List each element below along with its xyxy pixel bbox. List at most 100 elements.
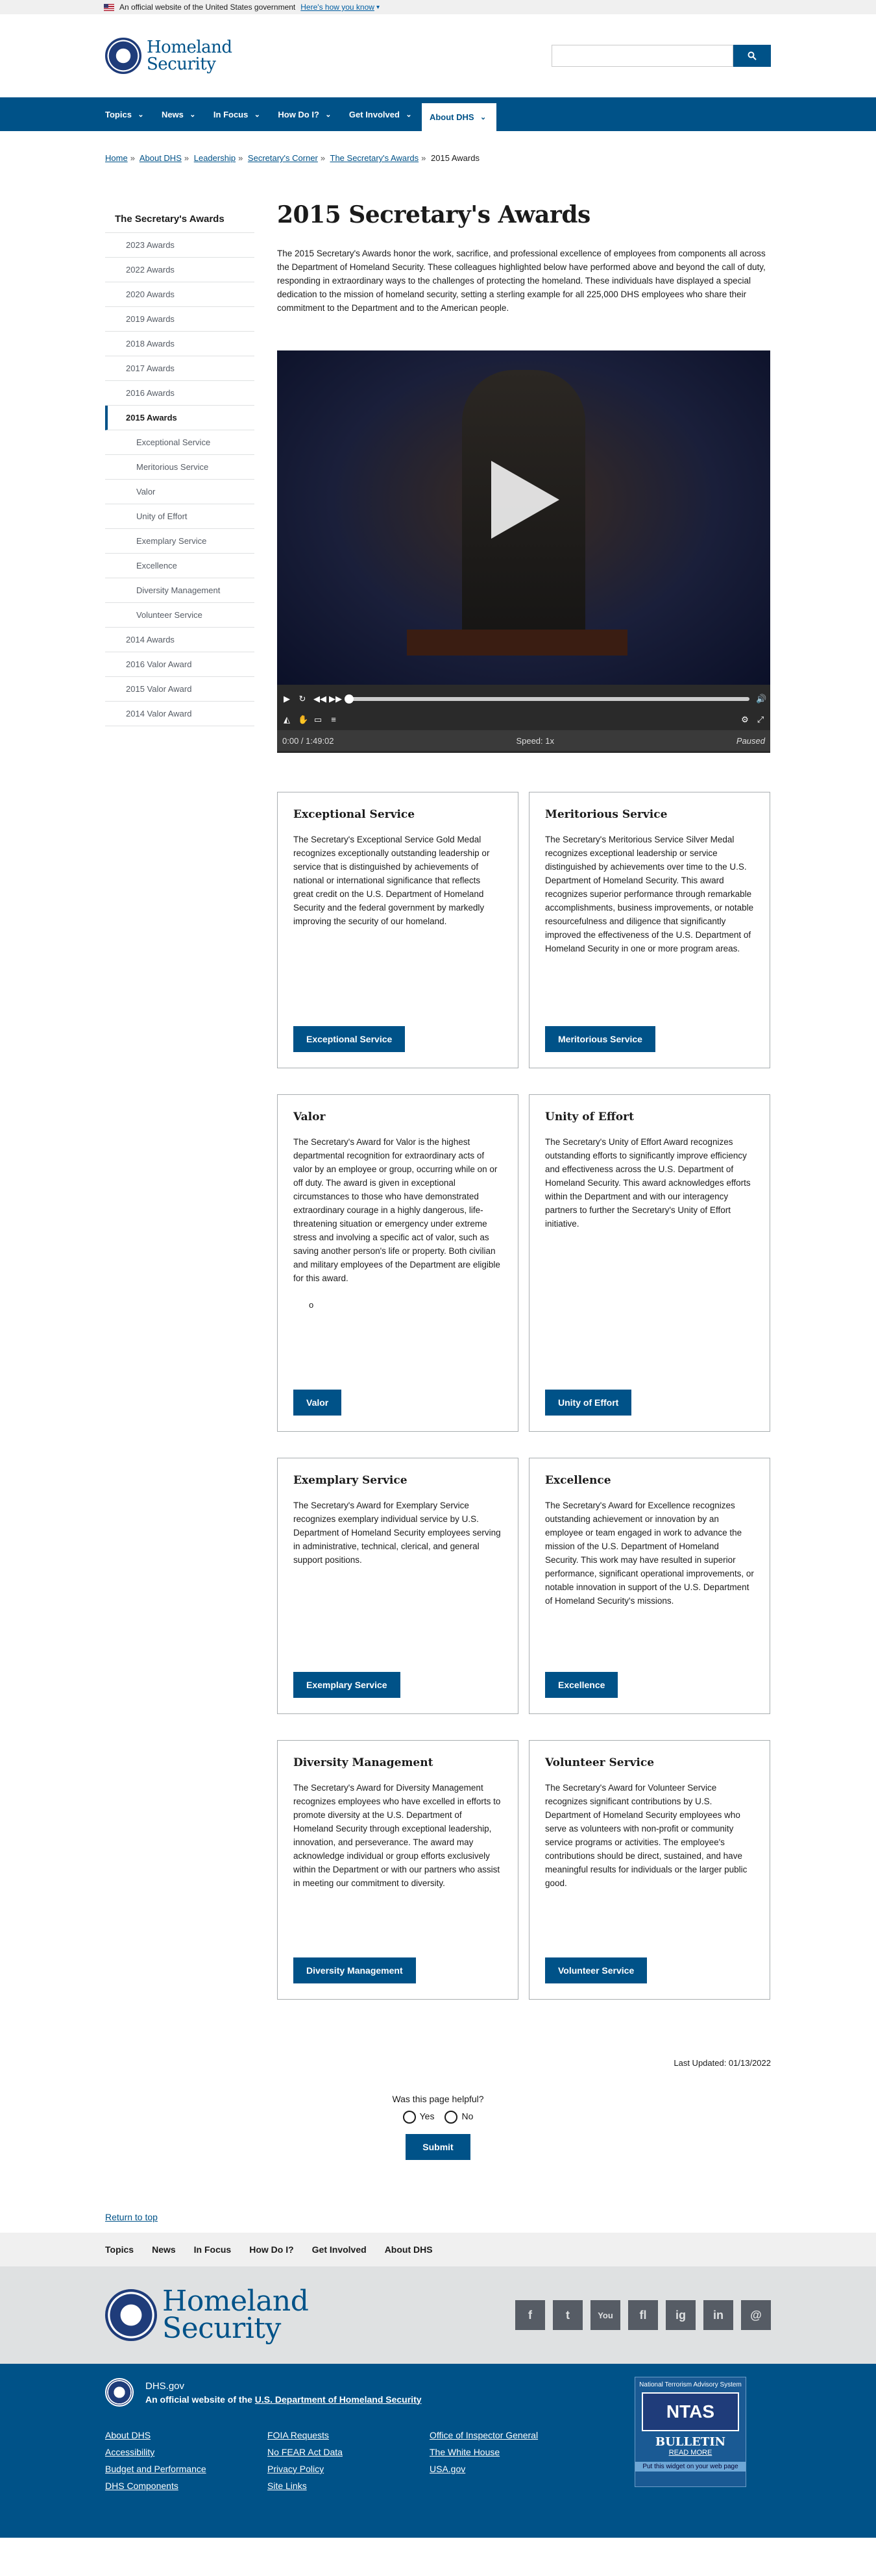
side-nav-item[interactable]: 2014 Awards xyxy=(105,628,254,652)
sign-language-icon[interactable]: ✋ xyxy=(298,715,308,724)
nav-topics[interactable]: Topics ⌄ xyxy=(97,97,154,131)
unity-of-effort-button[interactable]: Unity of Effort xyxy=(545,1390,632,1416)
footer-link[interactable]: The White House xyxy=(430,2447,592,2457)
card-title: Valor xyxy=(293,1110,326,1123)
replay-icon[interactable]: ↻ xyxy=(298,694,307,704)
side-nav-item[interactable]: 2018 Awards xyxy=(105,332,254,356)
seek-handle[interactable] xyxy=(345,694,354,704)
nav-label: How Do I? xyxy=(278,109,319,119)
side-nav-item-active[interactable]: 2015 Awards xyxy=(105,406,254,430)
footer-link[interactable]: DHS Components xyxy=(105,2481,267,2491)
excellence-button[interactable]: Excellence xyxy=(545,1672,618,1698)
side-nav-item[interactable]: 2016 Valor Award xyxy=(105,652,254,677)
radio-no[interactable] xyxy=(444,2111,458,2124)
play-icon[interactable] xyxy=(485,458,563,542)
meritorious-service-button[interactable]: Meritorious Service xyxy=(545,1026,655,1052)
feedback-no[interactable]: No xyxy=(444,2111,473,2124)
breadcrumb-home[interactable]: Home xyxy=(105,153,128,163)
side-nav-item[interactable]: 2015 Valor Award xyxy=(105,677,254,702)
footer-nav-topics[interactable]: Topics xyxy=(105,2244,134,2255)
transcript-icon[interactable]: ≡ xyxy=(329,715,338,724)
rewind-icon[interactable]: ◀◀ xyxy=(313,694,326,704)
ntas-widget[interactable]: National Terrorism Advisory System NTAS … xyxy=(635,2377,746,2487)
return-to-top-link[interactable]: Return to top xyxy=(105,2212,158,2222)
breadcrumb-secretarys-awards[interactable]: The Secretary's Awards xyxy=(330,153,419,163)
nav-about-dhs[interactable]: About DHS ⌄ xyxy=(421,102,496,131)
side-nav-subitem[interactable]: Exceptional Service xyxy=(105,430,254,455)
side-nav-subitem[interactable]: Volunteer Service xyxy=(105,603,254,628)
footer-nav-get-involved[interactable]: Get Involved xyxy=(312,2244,367,2255)
linkedin-icon[interactable]: in xyxy=(703,2300,733,2330)
nav-get-involved[interactable]: Get Involved ⌄ xyxy=(341,97,422,131)
volunteer-service-button[interactable]: Volunteer Service xyxy=(545,1957,648,1983)
side-nav-item[interactable]: 2022 Awards xyxy=(105,258,254,282)
audio-description-icon[interactable]: ◭ xyxy=(282,715,291,724)
side-nav-subitem[interactable]: Meritorious Service xyxy=(105,455,254,480)
search-input[interactable] xyxy=(552,45,733,67)
settings-icon[interactable]: ⚙ xyxy=(740,715,749,724)
footer-nav-about-dhs[interactable]: About DHS xyxy=(385,2244,433,2255)
footer-nav-how-do-i[interactable]: How Do I? xyxy=(249,2244,293,2255)
side-nav-item[interactable]: 2014 Valor Award xyxy=(105,702,254,726)
captions-icon[interactable]: ▭ xyxy=(313,715,322,724)
play-icon[interactable]: ▶ xyxy=(282,694,291,704)
side-nav-item[interactable]: 2017 Awards xyxy=(105,356,254,381)
footer-link[interactable]: USA.gov xyxy=(430,2464,592,2474)
footer-link[interactable]: Budget and Performance xyxy=(105,2464,267,2474)
video-player[interactable]: ▶ ↻ ◀◀ ▶▶ 🔊 ◭ ✋ ▭ ≡ ⚙ ⤢ 0:00 / 1:49:02 S… xyxy=(277,350,770,753)
footer-link[interactable]: Office of Inspector General xyxy=(430,2430,592,2440)
exemplary-service-button[interactable]: Exemplary Service xyxy=(293,1672,400,1698)
facebook-icon[interactable]: f xyxy=(515,2300,545,2330)
instagram-icon[interactable]: ig xyxy=(666,2300,696,2330)
ntas-subscribe[interactable]: Put this widget on your web page xyxy=(635,2462,746,2472)
radio-yes[interactable] xyxy=(402,2111,416,2124)
side-nav-subitem[interactable]: Unity of Effort xyxy=(105,504,254,529)
youtube-icon[interactable]: You xyxy=(590,2300,620,2330)
gov-banner-text: An official website of the United States… xyxy=(119,3,296,12)
submit-button[interactable]: Submit xyxy=(406,2134,470,2160)
side-nav-item[interactable]: 2019 Awards xyxy=(105,307,254,332)
footer-nav-news[interactable]: News xyxy=(152,2244,176,2255)
email-icon[interactable]: @ xyxy=(741,2300,771,2330)
side-nav-subitem[interactable]: Valor xyxy=(105,480,254,504)
footer-link[interactable]: Privacy Policy xyxy=(267,2464,430,2474)
diversity-management-button[interactable]: Diversity Management xyxy=(293,1957,416,1983)
footer-link[interactable]: No FEAR Act Data xyxy=(267,2447,430,2457)
footer-link[interactable]: Accessibility xyxy=(105,2447,267,2457)
nav-in-focus[interactable]: In Focus ⌄ xyxy=(206,97,270,131)
footer-link[interactable]: FOIA Requests xyxy=(267,2430,430,2440)
footer-logo-link[interactable]: Homeland Security xyxy=(105,2287,309,2343)
side-nav-item[interactable]: 2020 Awards xyxy=(105,282,254,307)
footer-link[interactable]: About DHS xyxy=(105,2430,267,2440)
nav-news[interactable]: News ⌄ xyxy=(154,97,206,131)
card-title: Volunteer Service xyxy=(545,1756,655,1769)
ntas-read-more[interactable]: READ MORE xyxy=(635,2449,746,2457)
valor-button[interactable]: Valor xyxy=(293,1390,342,1416)
seek-bar[interactable] xyxy=(345,694,749,704)
side-nav-item[interactable]: 2023 Awards xyxy=(105,233,254,258)
side-nav-item[interactable]: 2016 Awards xyxy=(105,381,254,406)
dhs-link[interactable]: U.S. Department of Homeland Security xyxy=(255,2394,422,2405)
video-frame[interactable] xyxy=(277,350,770,685)
twitter-icon[interactable]: t xyxy=(553,2300,583,2330)
forward-icon[interactable]: ▶▶ xyxy=(329,694,342,704)
footer-link[interactable]: Site Links xyxy=(267,2481,430,2491)
side-nav-subitem[interactable]: Diversity Management xyxy=(105,578,254,603)
breadcrumb-about-dhs[interactable]: About DHS xyxy=(140,153,182,163)
breadcrumb-leadership[interactable]: Leadership xyxy=(194,153,236,163)
podium xyxy=(407,630,627,656)
side-nav-title[interactable]: The Secretary's Awards xyxy=(105,206,254,233)
flickr-icon[interactable]: fl xyxy=(628,2300,658,2330)
breadcrumb-secretarys-corner[interactable]: Secretary's Corner xyxy=(248,153,318,163)
home-logo-link[interactable]: Homeland Security xyxy=(105,38,232,74)
search-button[interactable] xyxy=(733,45,771,67)
volume-icon[interactable]: 🔊 xyxy=(756,694,766,704)
side-nav-subitem[interactable]: Excellence xyxy=(105,554,254,578)
fullscreen-icon[interactable]: ⤢ xyxy=(756,715,765,724)
how-you-know-link[interactable]: Here's how you know xyxy=(300,3,374,12)
nav-how-do-i[interactable]: How Do I? ⌄ xyxy=(270,97,341,131)
footer-nav-in-focus[interactable]: In Focus xyxy=(194,2244,232,2255)
exceptional-service-button[interactable]: Exceptional Service xyxy=(293,1026,406,1052)
side-nav-subitem[interactable]: Exemplary Service xyxy=(105,529,254,554)
feedback-yes[interactable]: Yes xyxy=(402,2111,434,2124)
